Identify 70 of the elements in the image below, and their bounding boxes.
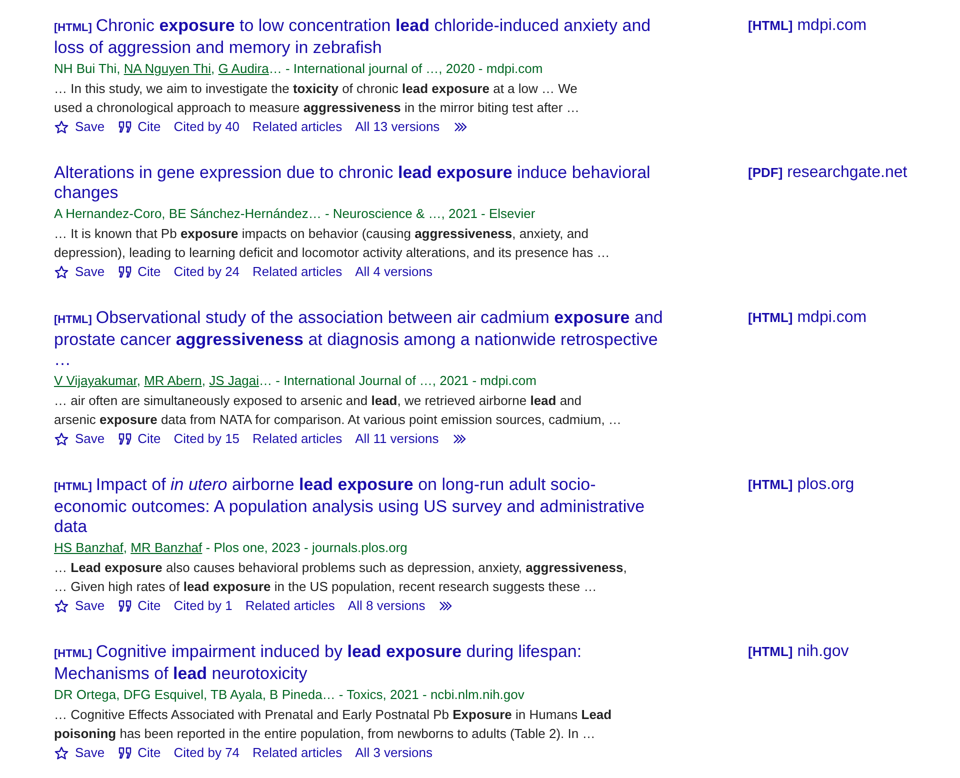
snippet-text: used a chronological approach to measure aggressiveness in the mirror biting test after … — [54, 99, 580, 117]
cited-by-link[interactable]: Cited by 1 — [174, 598, 232, 614]
versions-link[interactable]: All 13 versions — [355, 119, 440, 135]
save-link[interactable]: Save — [54, 431, 105, 447]
author-link[interactable]: V Vijayakumar — [54, 373, 137, 388]
star-icon — [54, 120, 69, 134]
cite-link[interactable]: Cite — [118, 431, 161, 447]
star-icon — [54, 432, 69, 446]
quote-icon — [118, 265, 132, 279]
author-link[interactable]: NA Nguyen Thi — [124, 61, 212, 76]
cite-link[interactable]: Cite — [118, 264, 161, 280]
cited-by-link[interactable]: Cited by 40 — [174, 119, 240, 135]
author-link[interactable]: HS Banzhaf — [54, 540, 124, 555]
related-articles-link[interactable]: Related articles — [252, 431, 342, 447]
author-link[interactable]: JS Jagai — [209, 373, 260, 388]
double-chevron-icon[interactable] — [452, 433, 468, 445]
result-title-link[interactable]: [HTML] Chronic exposure to low concentration lead chloride-induced anxiety and loss of aggression and memory in zebrafish — [54, 16, 666, 58]
cite-link[interactable]: Cite — [118, 745, 161, 761]
versions-link[interactable]: All 11 versions — [355, 431, 439, 447]
cited-by-link[interactable]: Cited by 74 — [174, 745, 240, 761]
cited-by-link[interactable]: Cited by 15 — [174, 431, 240, 447]
versions-link[interactable]: All 4 versions — [355, 264, 432, 280]
author-line: V Vijayakumar, MR Abern, JS Jagai… - International Journal of …, 2021 - mdpi.com — [54, 373, 538, 389]
author-line: HS Banzhaf, MR Banzhaf - Plos one, 2023 - journals.plos.org — [54, 540, 408, 556]
snippet-text: arsenic exposure data from NATA for comparison. At various point emission sources, cadmium, … — [54, 411, 622, 429]
save-link[interactable]: Save — [54, 119, 105, 135]
author-link[interactable]: MR Abern — [144, 373, 202, 388]
author-line: NH Bui Thi, NA Nguyen Thi, G Audira… - International journal of …, 2020 - mdpi.com — [54, 61, 544, 77]
snippet-text: … It is known that Pb exposure impacts on behavior (causing aggressiveness, anxiety, and — [54, 225, 590, 243]
quote-icon — [118, 432, 132, 446]
quote-icon — [118, 599, 132, 613]
quote-icon — [118, 120, 132, 134]
snippet-text: … Cognitive Effects Associated with Prenatal and Early Postnatal Pb Exposure in Humans Lead — [54, 706, 613, 724]
star-icon — [54, 264, 69, 280]
author-line: A Hernandez-Coro, BE Sánchez-Hernández… - Neuroscience & …, 2021 - Elsevier — [54, 206, 536, 222]
full-text-link[interactable]: [HTML] mdpi.com — [748, 17, 867, 34]
star-icon — [54, 598, 69, 614]
save-link[interactable]: Save — [54, 745, 105, 761]
author-link[interactable]: MR Banzhaf — [130, 540, 202, 555]
snippet-text: … air often are simultaneously exposed to arsenic and lead, we retrieved airborne lead and — [54, 392, 583, 410]
related-articles-link[interactable]: Related articles — [252, 745, 342, 761]
result-title-link[interactable]: [HTML] Cognitive impairment induced by lead exposure during lifespan: Mechanisms of lead neurotoxicity — [54, 642, 666, 684]
full-text-link[interactable]: [HTML] nih.gov — [748, 643, 849, 660]
star-icon — [54, 746, 69, 760]
related-articles-link[interactable]: Related articles — [252, 119, 342, 135]
related-articles-link[interactable]: Related articles — [245, 598, 335, 614]
snippet-text: … Given high rates of lead exposure in the US population, recent research suggests these … — [54, 578, 598, 596]
double-chevron-icon[interactable] — [438, 600, 454, 612]
result-title-link[interactable]: [HTML] Impact of in utero airborne lead exposure on long-run adult socio-economic outcomes: A population analysis using US survey and administrative data — [54, 475, 666, 537]
snippet-text: … Lead exposure also causes behavioral problems such as depression, anxiety, aggressiveness, — [54, 559, 628, 577]
author-link[interactable]: G Audira — [218, 61, 269, 76]
snippet-text: depression), leading to learning deficit and locomotor activity alterations, and its presence has … — [54, 244, 611, 262]
result-title-link[interactable]: [HTML] Observational study of the association between air cadmium exposure and prostate cancer aggressiveness at diagnosis among a nationwide retrospective … — [54, 308, 666, 370]
snippet-text: … In this study, we aim to investigate the toxicity of chronic lead exposure at a low … We — [54, 80, 578, 98]
cite-link[interactable]: Cite — [118, 119, 161, 135]
quote-icon — [118, 746, 132, 760]
related-articles-link[interactable]: Related articles — [252, 264, 342, 280]
snippet-text: poisoning has been reported in the entire population, from newborns to adults (Table 2). In … — [54, 725, 596, 743]
save-link[interactable]: Save — [54, 264, 105, 280]
cited-by-link[interactable]: Cited by 24 — [174, 264, 240, 280]
versions-link[interactable]: All 3 versions — [355, 745, 432, 761]
save-link[interactable]: Save — [54, 598, 105, 614]
versions-link[interactable]: All 8 versions — [348, 598, 426, 614]
full-text-link[interactable]: [PDF] researchgate.net — [748, 164, 908, 181]
result-title-link[interactable]: Alterations in gene expression due to chronic lead exposure induce behavioral changes — [54, 163, 666, 203]
full-text-link[interactable]: [HTML] plos.org — [748, 476, 854, 493]
double-chevron-icon[interactable] — [452, 121, 469, 133]
full-text-link[interactable]: [HTML] mdpi.com — [748, 309, 867, 326]
author-line: DR Ortega, DFG Esquivel, TB Ayala, B Pineda… - Toxics, 2021 - ncbi.nlm.nih.gov — [54, 687, 526, 703]
cite-link[interactable]: Cite — [118, 598, 161, 614]
